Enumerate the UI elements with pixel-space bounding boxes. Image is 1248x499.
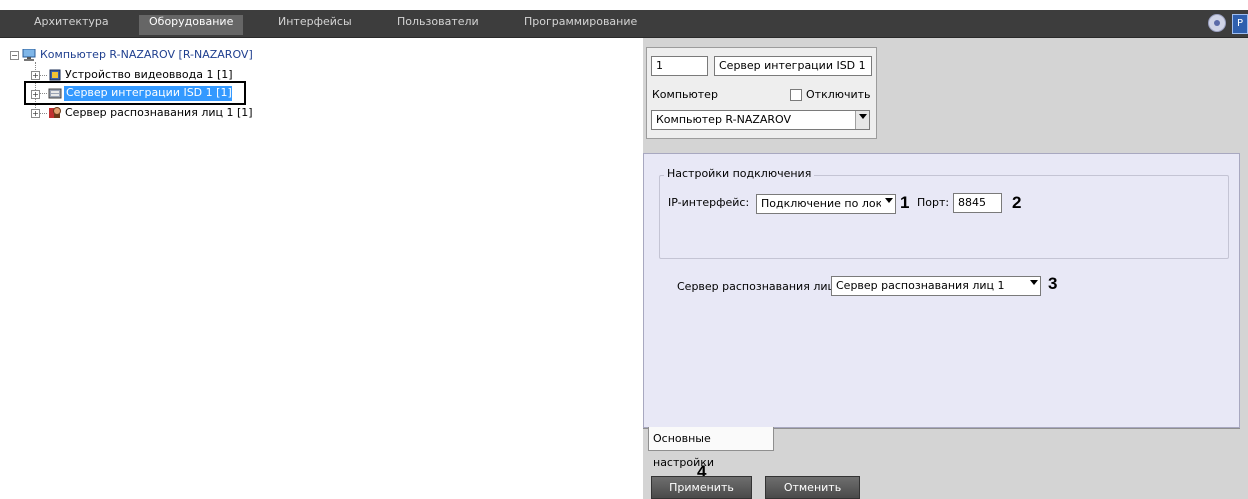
chevron-down-icon	[885, 198, 893, 203]
expand-icon[interactable]: +	[31, 71, 40, 80]
menu-item-programming[interactable]: Программирование	[514, 15, 647, 35]
object-id-field[interactable]: 1	[651, 56, 708, 76]
menu-item-interfaces[interactable]: Интерфейсы	[268, 15, 362, 35]
face-server-select[interactable]: Сервер распознавания лиц 1	[831, 276, 1041, 296]
apply-button[interactable]: Применить	[651, 476, 752, 499]
ip-interface-select[interactable]: Подключение по лока	[756, 194, 896, 214]
ip-interface-value: Подключение по лока	[761, 197, 889, 210]
corner-button[interactable]: Р	[1232, 14, 1248, 34]
connection-group-title: Настройки подключения	[664, 167, 815, 180]
tree-root-label: Компьютер R-NAZAROV [R-NAZAROV]	[40, 48, 253, 61]
dropdown-button[interactable]	[855, 111, 869, 129]
highlight-frame	[24, 81, 246, 105]
computer-select[interactable]: Компьютер R-NAZAROV	[651, 110, 870, 130]
tree-item-label: Сервер распознавания лиц 1 [1]	[65, 106, 253, 119]
chevron-down-icon	[1030, 280, 1038, 285]
port-label: Порт:	[917, 196, 950, 209]
menu-item-users[interactable]: Пользователи	[387, 15, 489, 35]
face-server-label: Сервер распознавания лиц:	[677, 280, 839, 293]
computer-label: Компьютер	[652, 88, 718, 101]
callout-3: 3	[1048, 274, 1058, 293]
ip-interface-label: IP-интерфейс:	[668, 196, 750, 209]
tree-item-label: Устройство видеоввода 1 [1]	[65, 68, 233, 81]
callout-1: 1	[900, 193, 910, 212]
main-menu-bar: Архитектура Оборудование Интерфейсы Поль…	[0, 10, 1248, 38]
tree-root-row[interactable]: − Компьютер R-NAZAROV [R-NAZAROV]	[10, 48, 290, 64]
disable-checkbox[interactable]	[790, 89, 802, 101]
disable-label: Отключить	[806, 88, 871, 101]
chevron-down-icon	[859, 114, 867, 119]
computer-icon	[22, 49, 36, 61]
video-device-icon	[49, 69, 61, 81]
settings-gear-icon[interactable]	[1208, 14, 1226, 32]
collapse-icon[interactable]: −	[10, 51, 19, 60]
cancel-button[interactable]: Отменить	[765, 476, 860, 499]
dropdown-button[interactable]	[1026, 277, 1040, 295]
callout-2: 2	[1012, 193, 1022, 212]
menu-item-equipment[interactable]: Оборудование	[139, 15, 244, 35]
face-recognition-icon	[49, 107, 61, 118]
port-field[interactable]: 8845	[953, 193, 1002, 213]
cropped-heading	[0, 0, 1248, 2]
tree-item-face-server[interactable]: + Сервер распознавания лиц 1 [1]	[31, 105, 271, 121]
face-server-value: Сервер распознавания лиц 1	[836, 279, 1005, 292]
menu-item-architecture[interactable]: Архитектура	[24, 15, 119, 35]
dropdown-button[interactable]	[881, 195, 895, 213]
connection-group	[659, 175, 1229, 259]
expand-icon[interactable]: +	[31, 109, 40, 118]
tab-main-settings[interactable]: Основные настройки	[648, 427, 774, 469]
computer-select-value: Компьютер R-NAZAROV	[656, 113, 792, 126]
object-name-field[interactable]: Сервер интеграции ISD 1	[714, 56, 872, 76]
